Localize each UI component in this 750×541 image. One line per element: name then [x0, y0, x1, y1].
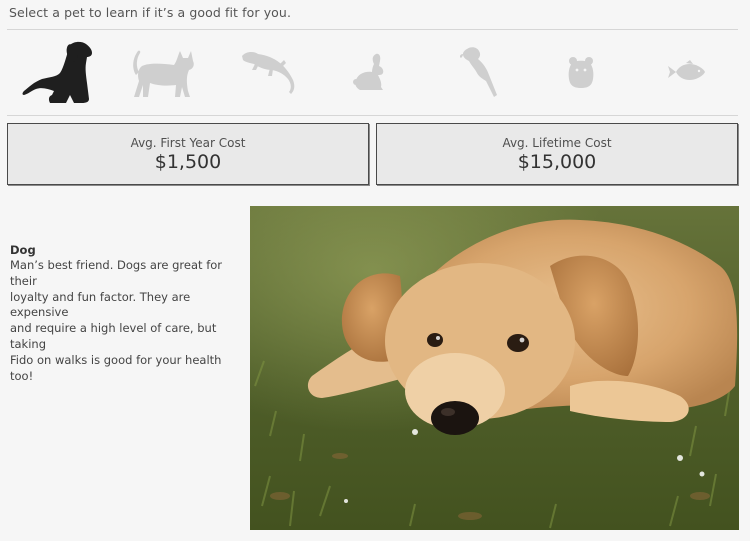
lizard-icon: [242, 51, 295, 94]
rabbit-icon: [353, 53, 384, 90]
pet-option-dog[interactable]: [18, 31, 96, 113]
first-year-cost-label: Avg. First Year Cost: [130, 136, 246, 150]
fish-icon: [668, 60, 705, 80]
lifetime-cost-label: Avg. Lifetime Cost: [502, 136, 612, 150]
pet-option-lizard[interactable]: [233, 31, 303, 113]
description-line: Man’s best friend. Dogs are great for th…: [10, 258, 223, 288]
prompt-text: Select a pet to learn if it’s a good fit…: [9, 5, 292, 20]
description-line: loyalty and fun factor. They are expensi…: [10, 289, 191, 320]
first-year-cost-card: Avg. First Year Cost $1,500: [7, 123, 369, 185]
pet-selector: [0, 31, 750, 113]
description-line: and require a high level of care, but ta…: [10, 321, 217, 351]
pet-name: Dog: [10, 243, 36, 257]
pet-option-rabbit[interactable]: [340, 31, 406, 113]
parrot-icon: [459, 47, 497, 97]
first-year-cost-value: $1,500: [154, 151, 222, 173]
pet-photo: [250, 206, 739, 530]
divider: [7, 115, 738, 116]
dog-icon: [22, 41, 92, 103]
pet-option-hamster[interactable]: [554, 31, 608, 113]
pet-option-cat[interactable]: [126, 31, 200, 113]
pet-description: Dog Man’s best friend. Dogs are great fo…: [10, 242, 245, 384]
hamster-icon: [568, 57, 594, 88]
lifetime-cost-value: $15,000: [517, 151, 597, 173]
description-line: Fido on walks is good for your health to…: [10, 352, 222, 383]
lifetime-cost-card: Avg. Lifetime Cost $15,000: [376, 123, 738, 185]
pet-option-fish[interactable]: [656, 31, 716, 113]
pet-option-parrot[interactable]: [446, 31, 512, 113]
cat-icon: [133, 50, 194, 97]
divider: [7, 29, 738, 30]
